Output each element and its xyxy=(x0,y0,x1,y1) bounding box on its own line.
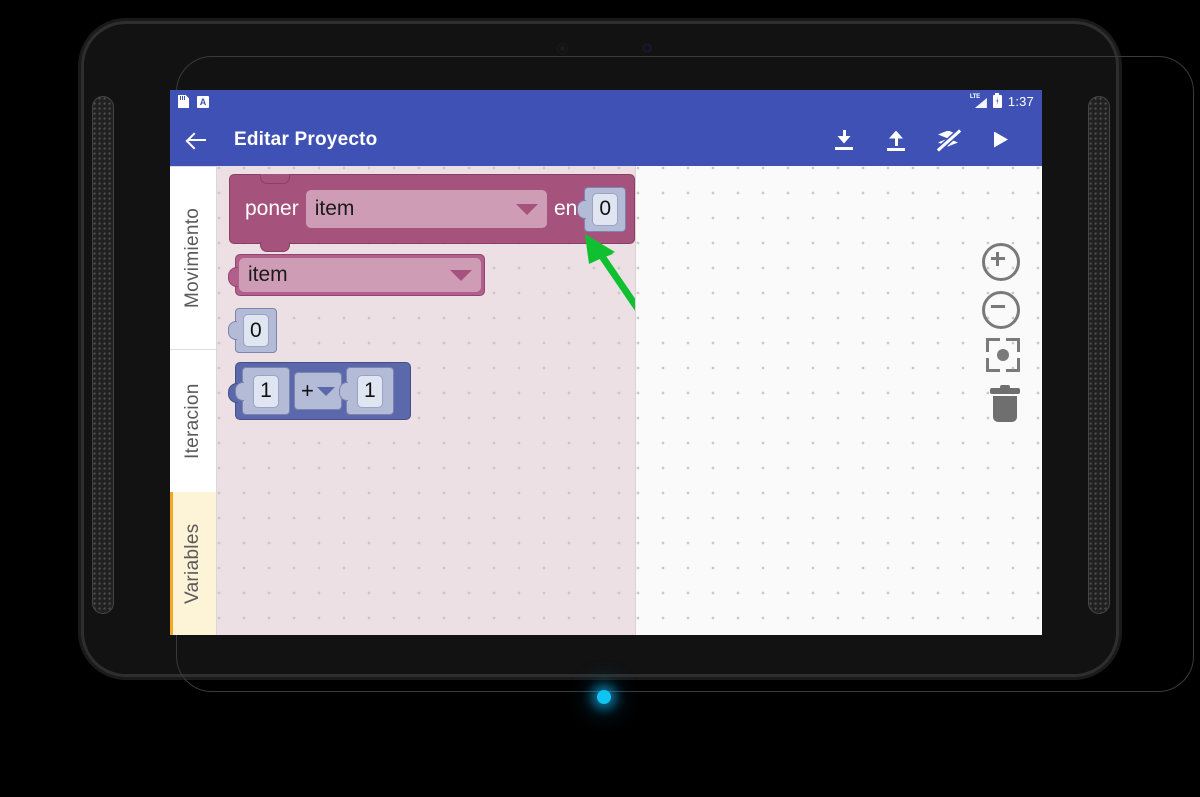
editor-body: Movimiento Iteracion Variables poner ite… xyxy=(170,166,1042,635)
status-bar: A LTE 1:37 xyxy=(170,90,1042,113)
set-block-label-poner: poner xyxy=(245,197,299,220)
block-plug xyxy=(228,321,237,340)
math-left-socket[interactable]: 1 xyxy=(235,367,290,415)
speaker-grille-left xyxy=(92,96,114,614)
toolbox-item-iteracion[interactable]: Iteracion xyxy=(170,349,216,492)
status-bar-clock: 1:37 xyxy=(1007,94,1034,109)
block-math-operation[interactable]: 1 + 1 xyxy=(228,362,411,420)
block-variable-getter[interactable]: item xyxy=(228,254,485,296)
trash-button[interactable] xyxy=(990,385,1020,422)
device-screen: A LTE 1:37 Editar Proyecto Movimiento It… xyxy=(170,90,1042,635)
block-number[interactable]: 0 xyxy=(228,308,277,353)
app-bar-actions xyxy=(832,128,1028,152)
notification-led xyxy=(597,690,611,704)
number-field-right[interactable]: 1 xyxy=(357,374,383,408)
front-camera xyxy=(558,44,567,53)
math-right-socket[interactable]: 1 xyxy=(338,367,394,415)
status-bar-right: LTE 1:37 xyxy=(969,93,1034,109)
status-bar-left: A xyxy=(178,95,209,108)
block-notch-bottom xyxy=(260,242,290,252)
upload-icon[interactable] xyxy=(884,128,908,152)
chevron-down-icon xyxy=(316,386,335,396)
toolbox-category-list: Movimiento Iteracion Variables xyxy=(170,166,217,635)
block-set-variable[interactable]: poner item en 0 xyxy=(229,174,635,252)
toolbox-item-label: Variables xyxy=(182,523,203,604)
speaker-grille-right xyxy=(1088,96,1110,614)
block-notch-top xyxy=(260,174,290,184)
lte-label: LTE xyxy=(969,94,980,100)
download-icon[interactable] xyxy=(832,128,856,152)
set-block-variable-dropdown[interactable]: item xyxy=(305,190,547,228)
socket-plug xyxy=(235,382,244,401)
battery-charging-icon xyxy=(992,93,1002,108)
center-blocks-button[interactable] xyxy=(986,338,1020,372)
toolbox-item-movimiento[interactable]: Movimiento xyxy=(170,166,216,349)
trash-icon xyxy=(990,385,1020,422)
number-field[interactable]: 0 xyxy=(243,314,269,347)
dropdown-value: item xyxy=(248,263,288,286)
screenshot-root: A LTE 1:37 Editar Proyecto Movimiento It… xyxy=(0,0,1200,797)
zoom-out-icon xyxy=(982,291,1020,329)
operator-label: + xyxy=(301,378,314,403)
zoom-in-icon xyxy=(982,243,1020,281)
math-operator-dropdown[interactable]: + xyxy=(294,372,342,410)
socket-plug xyxy=(338,382,348,401)
set-block-value-socket[interactable]: 0 xyxy=(577,186,626,232)
number-block-body[interactable]: 0 xyxy=(228,308,277,353)
zoom-in-button[interactable] xyxy=(982,243,1020,281)
back-arrow-icon[interactable] xyxy=(184,127,210,153)
zoom-out-button[interactable] xyxy=(982,291,1020,329)
toolbox-item-variables[interactable]: Variables xyxy=(170,492,216,635)
chevron-down-icon xyxy=(515,203,538,215)
number-field[interactable]: 0 xyxy=(592,192,618,226)
play-icon[interactable] xyxy=(988,128,1012,152)
block-flyout[interactable]: poner item en 0 item 0 1 + 1 xyxy=(217,166,636,635)
lte-signal-icon: LTE xyxy=(969,94,987,108)
variable-getter-dropdown[interactable]: item xyxy=(239,258,481,292)
chevron-down-icon xyxy=(450,269,472,281)
center-target-icon xyxy=(986,338,1020,372)
ambient-light-sensor xyxy=(644,45,650,51)
page-title: Editar Proyecto xyxy=(234,128,378,150)
toolbox-item-label: Movimiento xyxy=(182,207,203,309)
blockly-workspace[interactable] xyxy=(636,166,1042,635)
sd-card-icon xyxy=(178,95,189,108)
toolbox-item-label: Iteracion xyxy=(182,383,203,459)
app-notification-icon: A xyxy=(197,95,209,108)
dropdown-value: item xyxy=(314,197,355,220)
number-field-left[interactable]: 1 xyxy=(253,374,279,408)
layers-off-icon[interactable] xyxy=(936,128,962,152)
app-bar: Editar Proyecto xyxy=(170,113,1042,166)
block-plug xyxy=(228,267,238,287)
socket-plug xyxy=(577,199,587,219)
